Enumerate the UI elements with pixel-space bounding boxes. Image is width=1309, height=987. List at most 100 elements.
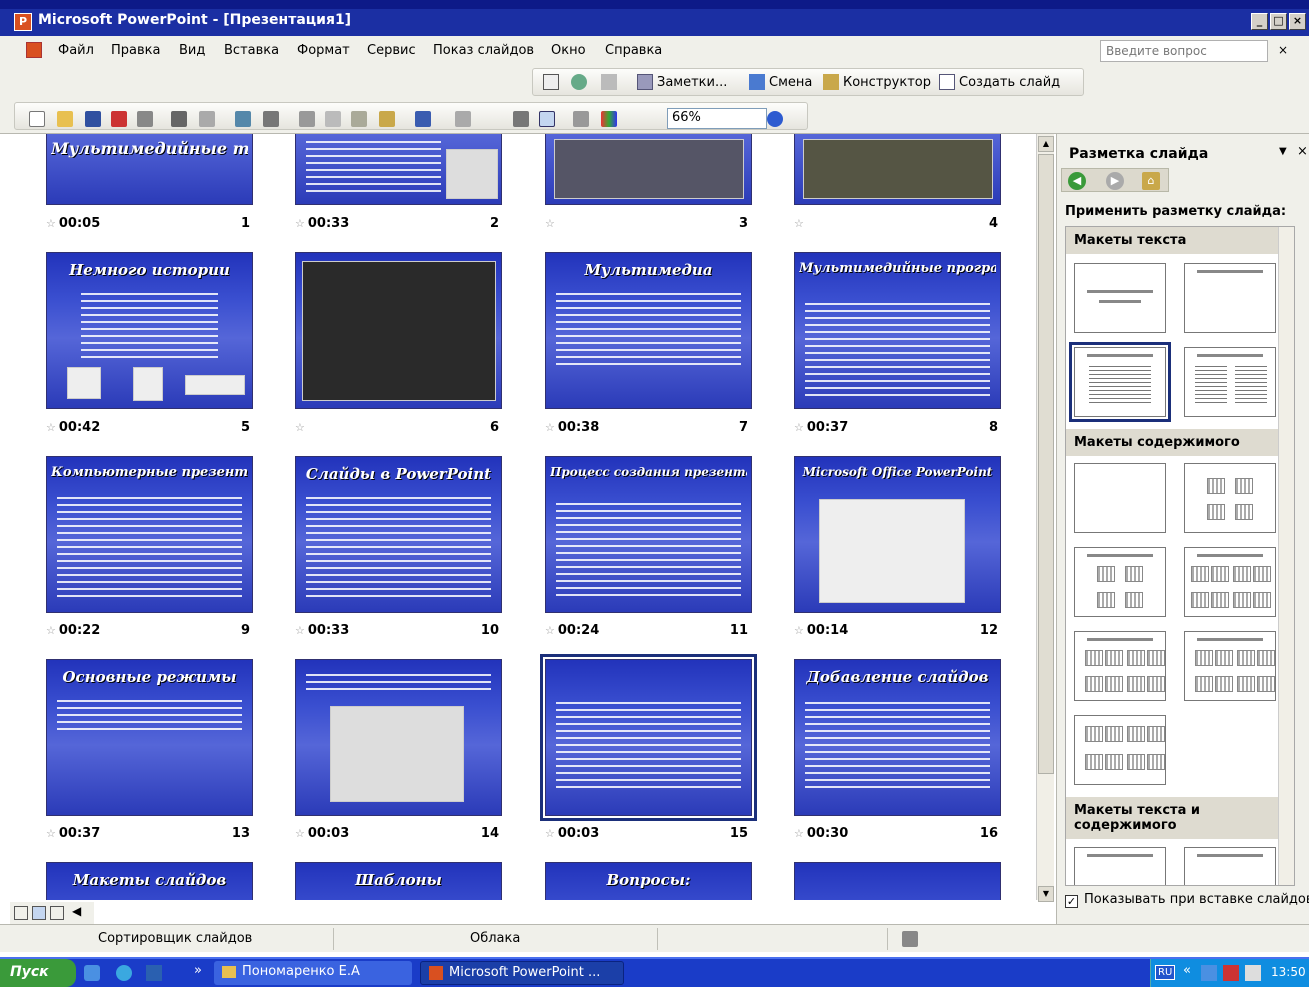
slideshow-view-icon[interactable] <box>50 906 64 920</box>
research-icon[interactable] <box>263 111 279 127</box>
slide-thumb-19[interactable]: Вопросы: <box>545 862 752 900</box>
pane-close-icon[interactable]: × <box>1297 144 1308 159</box>
close-button[interactable]: × <box>1289 13 1306 30</box>
slide-thumb-2[interactable] <box>295 134 502 205</box>
volume-icon[interactable] <box>1245 965 1261 981</box>
expand-icon[interactable] <box>513 111 529 127</box>
layout-list-scrollbar[interactable] <box>1278 227 1294 885</box>
slide-thumb-17[interactable]: Макеты слайдов <box>46 862 253 900</box>
transition-star-icon[interactable]: ☆ <box>46 624 56 637</box>
paste-icon[interactable] <box>351 111 367 127</box>
email-icon[interactable] <box>137 111 153 127</box>
save-icon[interactable] <box>85 111 101 127</box>
summary-slide-icon[interactable] <box>601 74 617 90</box>
layout-two-content[interactable] <box>1184 547 1276 617</box>
new-slide-button[interactable]: Создать слайд <box>959 75 1060 90</box>
formatting-icon[interactable] <box>539 111 555 127</box>
layout-four-content[interactable] <box>1074 631 1166 701</box>
print-icon[interactable] <box>171 111 187 127</box>
transition-star-icon[interactable]: ☆ <box>794 217 804 230</box>
new-slide-icon[interactable] <box>939 74 955 90</box>
home-icon[interactable]: ⌂ <box>1142 172 1160 190</box>
browser-icon[interactable] <box>116 965 132 981</box>
slide-thumb-7[interactable]: Мультимедиа <box>545 252 752 409</box>
layout-content[interactable] <box>1184 463 1276 533</box>
taskbar-folder[interactable]: Пономаренко Е.А <box>214 961 412 985</box>
menu-edit[interactable]: Правка <box>111 43 160 58</box>
copy-icon[interactable] <box>325 111 341 127</box>
transition-star-icon[interactable]: ☆ <box>794 421 804 434</box>
transition-star-icon[interactable]: ☆ <box>545 827 555 840</box>
layout-content-grid[interactable] <box>1184 631 1276 701</box>
transition-icon[interactable] <box>749 74 765 90</box>
menu-file[interactable]: Файл <box>58 43 94 58</box>
layout-content-quad[interactable] <box>1074 715 1166 785</box>
transition-star-icon[interactable]: ☆ <box>295 421 305 434</box>
antivirus-icon[interactable] <box>1223 965 1239 981</box>
back-icon[interactable]: ◀ <box>1068 172 1086 190</box>
slide-thumb-11[interactable]: Процесс создания презентации <box>545 456 752 613</box>
pane-menu-icon[interactable]: ▼ <box>1279 146 1287 157</box>
transition-star-icon[interactable]: ☆ <box>46 421 56 434</box>
layout-title-slide[interactable] <box>1074 263 1166 333</box>
forward-icon[interactable]: ▶ <box>1106 172 1124 190</box>
transition-star-icon[interactable]: ☆ <box>545 421 555 434</box>
minimize-button[interactable]: _ <box>1251 13 1268 30</box>
scroll-thumb[interactable] <box>1038 154 1054 774</box>
spelling-icon[interactable] <box>235 111 251 127</box>
layout-title-content[interactable] <box>1074 547 1166 617</box>
menu-slideshow[interactable]: Показ слайдов <box>433 43 534 58</box>
menu-window[interactable]: Окно <box>551 43 586 58</box>
show-on-insert-option[interactable]: ✓ Показывать при вставке слайдов <box>1065 892 1309 908</box>
slide-thumb-1[interactable]: Мультимедийные технологии <box>46 134 253 205</box>
menu-tools[interactable]: Сервис <box>367 43 416 58</box>
format-painter-icon[interactable] <box>379 111 395 127</box>
ask-question-input[interactable]: Введите вопрос <box>1100 40 1268 62</box>
slide-thumb-12[interactable]: Microsoft Office PowerPoint <box>794 456 1001 613</box>
scroll-down-icon[interactable]: ▼ <box>1038 886 1054 902</box>
layout-content-text[interactable] <box>1184 847 1276 885</box>
desktop-icon[interactable] <box>84 965 100 981</box>
slide-thumb-8[interactable]: Мультимедийные программные средства <box>794 252 1001 409</box>
powerpoint-app-icon[interactable]: P <box>14 13 32 31</box>
slide-thumb-6[interactable] <box>295 252 502 409</box>
start-button[interactable]: Пуск <box>0 959 76 987</box>
menu-format[interactable]: Формат <box>297 43 350 58</box>
zoom-select[interactable]: 66% <box>667 108 767 129</box>
document-icon[interactable] <box>26 42 42 58</box>
slide-thumb-4[interactable] <box>794 134 1001 205</box>
slide-thumb-5[interactable]: Немного истории <box>46 252 253 409</box>
slide-thumb-14[interactable] <box>295 659 502 816</box>
taskbar-powerpoint[interactable]: Microsoft PowerPoint ... <box>420 961 624 985</box>
normal-view-icon[interactable] <box>14 906 28 920</box>
sorter-scrollbar[interactable]: ▲ ▼ <box>1036 134 1054 902</box>
menu-insert[interactable]: Вставка <box>224 43 279 58</box>
help-icon[interactable] <box>767 111 783 127</box>
menu-view[interactable]: Вид <box>179 43 205 58</box>
designer-button[interactable]: Конструктор <box>843 75 931 90</box>
sorter-view-icon[interactable] <box>32 906 46 920</box>
new-document-icon[interactable] <box>29 111 45 127</box>
slide-thumb-15[interactable] <box>540 654 757 821</box>
layout-blank[interactable] <box>1074 463 1166 533</box>
hide-slide-icon[interactable] <box>543 74 559 90</box>
slide-thumb-3[interactable] <box>545 134 752 205</box>
more-icon[interactable]: » <box>194 963 202 978</box>
redo-icon[interactable] <box>455 111 471 127</box>
spelling-status-icon[interactable] <box>902 931 918 947</box>
layout-title-text[interactable] <box>1069 342 1171 422</box>
slide-thumb-16[interactable]: Добавление слайдов <box>794 659 1001 816</box>
transition-star-icon[interactable]: ☆ <box>295 217 305 230</box>
slide-thumb-13[interactable]: Основные режимы <box>46 659 253 816</box>
transition-star-icon[interactable]: ☆ <box>46 217 56 230</box>
layout-text-content[interactable] <box>1074 847 1166 885</box>
transition-star-icon[interactable]: ☆ <box>794 624 804 637</box>
language-indicator[interactable]: RU <box>1155 965 1176 980</box>
tray-expand-icon[interactable]: « <box>1183 963 1191 978</box>
scroll-up-icon[interactable]: ▲ <box>1038 136 1054 152</box>
transition-button[interactable]: Смена <box>769 75 812 90</box>
open-folder-icon[interactable] <box>57 111 73 127</box>
checkbox-icon[interactable]: ✓ <box>1065 895 1078 908</box>
slide-thumb-20[interactable] <box>794 862 1001 900</box>
quicklaunch-icon[interactable] <box>146 965 162 981</box>
